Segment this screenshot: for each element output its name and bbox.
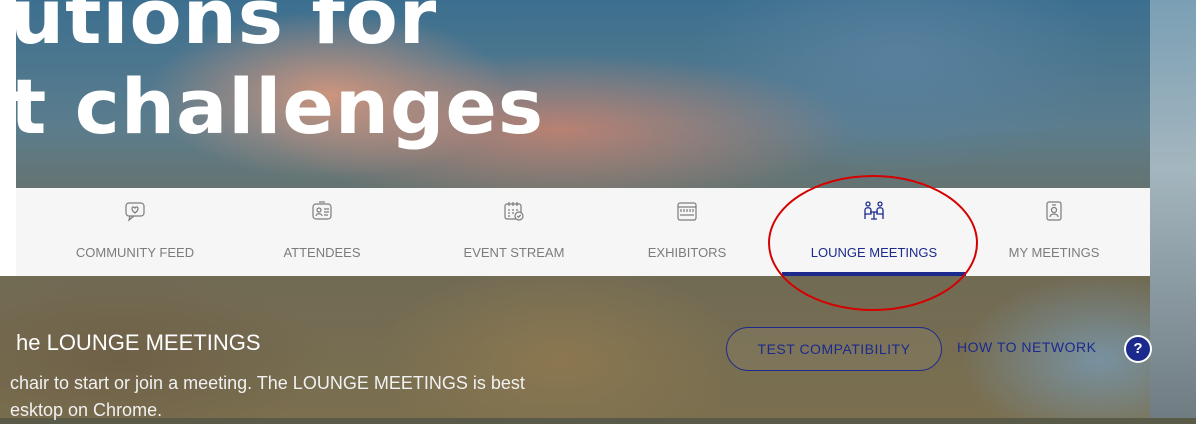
chat-heart-icon — [125, 202, 145, 222]
nav-item-my-meetings[interactable]: MY MEETINGS — [978, 188, 1130, 276]
hero-headline-line1: utions for — [10, 0, 438, 61]
nav-label-lounge-meetings: LOUNGE MEETINGS — [810, 245, 938, 260]
calendar-check-icon — [504, 202, 524, 221]
nav-label-event-stream: EVENT STREAM — [463, 245, 565, 260]
nav-label-community-feed: COMMUNITY FEED — [75, 245, 195, 260]
hero-headline: utions for t challenges — [10, 0, 710, 162]
nav-item-event-stream[interactable]: EVENT STREAM — [426, 188, 602, 276]
nav-item-community-feed[interactable]: COMMUNITY FEED — [54, 188, 216, 276]
nav-label-attendees: ATTENDEES — [283, 245, 361, 260]
nav-label-exhibitors: EXHIBITORS — [647, 245, 727, 260]
meeting-table-icon — [864, 201, 884, 220]
test-compatibility-button[interactable]: TEST COMPATIBILITY — [726, 327, 942, 371]
section-description: chair to start or join a meeting. The LO… — [10, 370, 630, 424]
section-title: he LOUNGE MEETINGS — [16, 330, 261, 355]
section-description-line2: esktop on Chrome. — [10, 400, 163, 420]
id-card-icon — [312, 201, 332, 220]
help-icon[interactable]: ? — [1126, 337, 1150, 361]
nav-item-exhibitors[interactable]: EXHIBITORS — [612, 188, 762, 276]
booth-icon — [677, 202, 697, 221]
nav-item-lounge-meetings[interactable]: LOUNGE MEETINGS — [782, 188, 966, 276]
nav-item-attendees[interactable]: ATTENDEES — [246, 188, 398, 276]
hero-headline-line2: t challenges — [10, 62, 545, 151]
hero-background-right — [1150, 0, 1196, 418]
active-tab-indicator — [782, 272, 966, 276]
section-description-line1: chair to start or join a meeting. The LO… — [10, 373, 525, 393]
how-to-network-link[interactable]: HOW TO NETWORK — [957, 339, 1096, 355]
event-nav-bar: COMMUNITY FEED ATTENDEES EVENT STREAM EX… — [16, 188, 1150, 276]
nav-label-my-meetings: MY MEETINGS — [1008, 245, 1100, 260]
badge-person-icon — [1046, 201, 1062, 221]
